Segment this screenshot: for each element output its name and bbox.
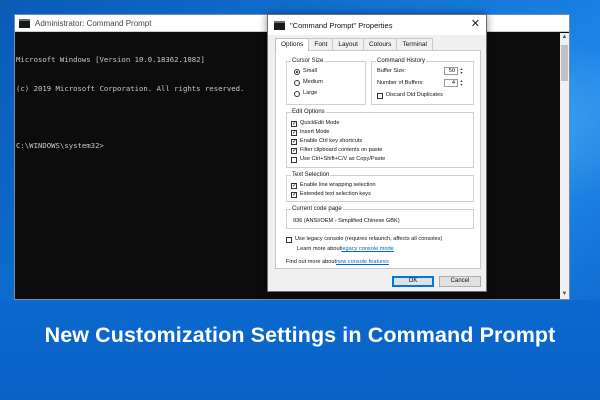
checkbox[interactable]: ✓ bbox=[291, 182, 297, 189]
checkbox[interactable] bbox=[286, 236, 292, 243]
edit-options-group: Edit Options ✓ QuickEdit Mode ✓ Insert M… bbox=[286, 108, 474, 168]
code-page-group: Current code page 936 (ANSI/OEM - Simpli… bbox=[286, 205, 474, 229]
console-features-text: Find out more about new console features bbox=[286, 259, 389, 266]
ctrl-shortcuts-option[interactable]: ✓ Enable Ctrl key shortcuts bbox=[291, 138, 362, 145]
tab-terminal[interactable]: Terminal bbox=[396, 38, 433, 50]
legacy-console-mode-link[interactable]: legacy console mode bbox=[341, 246, 394, 253]
quickedit-option[interactable]: ✓ QuickEdit Mode bbox=[291, 120, 339, 127]
radio-button[interactable] bbox=[294, 79, 300, 86]
cursor-medium-option[interactable]: Medium bbox=[294, 79, 323, 86]
checkbox[interactable]: ✓ bbox=[291, 129, 297, 136]
radio-button[interactable] bbox=[294, 68, 300, 75]
command-prompt-icon bbox=[19, 18, 30, 28]
tab-colours[interactable]: Colours bbox=[362, 38, 398, 50]
checkbox[interactable]: ✓ bbox=[291, 147, 297, 154]
cursor-small-option[interactable]: Small bbox=[294, 68, 317, 75]
cancel-button[interactable]: Cancel bbox=[439, 276, 481, 287]
close-icon[interactable]: ✕ bbox=[471, 18, 480, 31]
command-prompt-icon bbox=[274, 20, 285, 30]
legacy-console-option[interactable]: Use legacy console (requires relaunch, a… bbox=[286, 236, 442, 243]
text-selection-label: Text Selection bbox=[291, 171, 331, 179]
buffer-size-label: Buffer Size: bbox=[377, 68, 406, 74]
code-page-value: 936 (ANSI/OEM - Simplified Chinese GBK) bbox=[293, 218, 400, 224]
features-prefix: Find out more about bbox=[286, 259, 337, 265]
checkbox-label: Use Ctrl+Shift+C/V as Copy/Paste bbox=[300, 156, 386, 162]
radio-button[interactable] bbox=[294, 90, 300, 97]
buffer-size-stepper-icon[interactable]: ▲ ▼ bbox=[459, 67, 464, 75]
command-history-group: Command History Buffer Size: 50 ▲ ▼ Numbe… bbox=[371, 57, 474, 105]
text-selection-group: Text Selection ✓ Enable line wrapping se… bbox=[286, 171, 474, 202]
checkbox[interactable]: ✓ bbox=[291, 120, 297, 127]
extended-selection-option[interactable]: ✓ Extended text selection keys bbox=[291, 191, 371, 198]
buffer-size-input[interactable]: 50 bbox=[444, 67, 458, 75]
checkbox[interactable]: ✓ bbox=[291, 191, 297, 198]
insert-mode-option[interactable]: ✓ Insert Mode bbox=[291, 129, 330, 136]
checkbox-label: Enable Ctrl key shortcuts bbox=[300, 138, 363, 144]
dialog-title: "Command Prompt" Properties bbox=[290, 20, 393, 30]
dialog-tabs: Options Font Layout Colours Terminal bbox=[275, 38, 486, 51]
checkbox-label: Enable line wrapping selection bbox=[300, 182, 376, 188]
cursor-size-label: Cursor Size bbox=[291, 57, 325, 65]
new-console-features-link[interactable]: new console features bbox=[336, 259, 389, 266]
line-wrapping-option[interactable]: ✓ Enable line wrapping selection bbox=[291, 182, 376, 189]
checkbox-label: QuickEdit Mode bbox=[300, 120, 340, 126]
number-of-buffers-label: Number of Buffers: bbox=[377, 80, 424, 86]
command-history-label: Command History bbox=[376, 57, 427, 65]
checkbox-label: Extended text selection keys bbox=[300, 191, 371, 197]
ctrl-shift-copy-paste-option[interactable]: Use Ctrl+Shift+C/V as Copy/Paste bbox=[291, 156, 385, 163]
tab-options[interactable]: Options bbox=[275, 38, 310, 51]
checkbox[interactable] bbox=[291, 156, 297, 163]
filter-clipboard-option[interactable]: ✓ Filter clipboard contents on paste bbox=[291, 147, 382, 154]
radio-label: Medium bbox=[303, 79, 323, 85]
options-panel: Cursor Size Small Medium Large Command H… bbox=[275, 50, 481, 269]
checkbox[interactable] bbox=[377, 92, 383, 99]
dialog-titlebar[interactable]: "Command Prompt" Properties ✕ bbox=[268, 15, 486, 35]
checkbox-label: Insert Mode bbox=[300, 129, 330, 135]
scroll-up-icon[interactable]: ▲ bbox=[560, 33, 569, 42]
radio-label: Large bbox=[303, 90, 318, 96]
checkbox-label: Discard Old Duplicates bbox=[386, 92, 443, 98]
console-title: Administrator: Command Prompt bbox=[35, 18, 152, 28]
checkbox[interactable]: ✓ bbox=[291, 138, 297, 145]
number-of-buffers-stepper-icon[interactable]: ▲ ▼ bbox=[459, 79, 464, 87]
learn-more-text: Learn more about bbox=[297, 246, 342, 252]
headline: New Customization Settings in Command Pr… bbox=[44, 323, 556, 347]
ok-button[interactable]: OK bbox=[392, 276, 434, 287]
cursor-size-group: Cursor Size Small Medium Large bbox=[286, 57, 366, 105]
scroll-down-icon[interactable]: ▼ bbox=[560, 290, 569, 299]
checkbox-label: Use legacy console (requires relaunch, a… bbox=[295, 236, 443, 242]
code-page-label: Current code page bbox=[291, 205, 343, 213]
checkbox-label: Filter clipboard contents on paste bbox=[300, 147, 383, 153]
background-banner bbox=[0, 300, 600, 400]
number-of-buffers-input[interactable]: 4 bbox=[444, 79, 458, 87]
radio-label: Small bbox=[303, 68, 317, 74]
tab-layout[interactable]: Layout bbox=[332, 38, 364, 50]
cursor-large-option[interactable]: Large bbox=[294, 90, 317, 97]
tab-font[interactable]: Font bbox=[308, 38, 334, 50]
legacy-learn-more: Learn more about legacy console mode bbox=[297, 246, 394, 253]
discard-duplicates-option[interactable]: Discard Old Duplicates bbox=[377, 92, 443, 99]
console-scrollbar[interactable]: ▲ ▼ bbox=[560, 33, 569, 299]
scrollbar-thumb[interactable] bbox=[561, 45, 568, 81]
edit-options-label: Edit Options bbox=[291, 108, 326, 116]
properties-dialog[interactable]: "Command Prompt" Properties ✕ Options Fo… bbox=[267, 14, 487, 292]
